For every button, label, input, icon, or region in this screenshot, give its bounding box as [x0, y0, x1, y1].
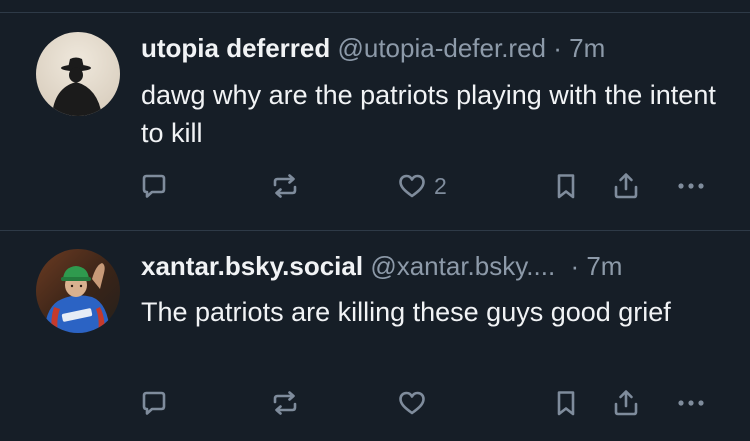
heart-icon	[399, 391, 425, 415]
author-handle[interactable]: @xantar.bsky....	[370, 251, 555, 281]
cowboy-silhouette-avatar	[36, 32, 120, 116]
avatar[interactable]	[36, 249, 120, 333]
author-display-name[interactable]: xantar.bsky.social	[141, 251, 363, 281]
share-icon	[614, 173, 638, 199]
person-photo-avatar	[36, 249, 120, 333]
post-header: utopia deferred @utopia-defer.red · 7m	[141, 32, 605, 64]
more-options-button[interactable]	[674, 166, 710, 206]
ellipsis-icon	[678, 183, 704, 189]
avatar[interactable]	[36, 32, 120, 116]
post-item[interactable]: utopia deferred @utopia-defer.red · 7m d…	[0, 13, 750, 230]
reply-button[interactable]	[138, 166, 176, 206]
like-button[interactable]: 2	[396, 166, 447, 206]
share-icon	[614, 390, 638, 416]
post-text: The patriots are killing these guys good…	[141, 297, 671, 327]
author-handle[interactable]: @utopia-defer.red	[337, 33, 546, 63]
bookmark-icon	[557, 391, 575, 416]
bookmark-icon	[557, 174, 575, 199]
like-button[interactable]	[396, 383, 434, 423]
repost-button[interactable]	[268, 383, 308, 423]
reply-icon	[142, 391, 166, 415]
like-count: 2	[434, 172, 447, 199]
separator-dot: ·	[570, 251, 580, 281]
share-button[interactable]	[610, 383, 642, 423]
post-header: xantar.bsky.social @xantar.bsky.... · 7m	[141, 250, 622, 282]
repost-icon	[273, 174, 297, 198]
reply-icon	[142, 174, 166, 198]
ellipsis-icon	[678, 400, 704, 406]
repost-icon	[273, 391, 297, 415]
repost-button[interactable]	[268, 166, 308, 206]
reply-button[interactable]	[138, 383, 176, 423]
bookmark-button[interactable]	[550, 383, 582, 423]
post-timestamp[interactable]: 7m	[569, 33, 605, 63]
bookmark-button[interactable]	[550, 166, 582, 206]
post-item[interactable]: xantar.bsky.social @xantar.bsky.... · 7m…	[0, 231, 750, 441]
more-options-button[interactable]	[674, 383, 710, 423]
share-button[interactable]	[610, 166, 642, 206]
post-actions: 2	[0, 166, 750, 206]
post-text: dawg why are the patriots playing with t…	[141, 80, 716, 148]
separator-dot: ·	[553, 33, 562, 63]
heart-icon	[399, 174, 425, 198]
post-actions	[0, 383, 750, 423]
author-display-name[interactable]: utopia deferred	[141, 33, 330, 63]
post-feed: utopia deferred @utopia-defer.red · 7m d…	[0, 0, 750, 441]
post-timestamp[interactable]: 7m	[586, 251, 622, 281]
